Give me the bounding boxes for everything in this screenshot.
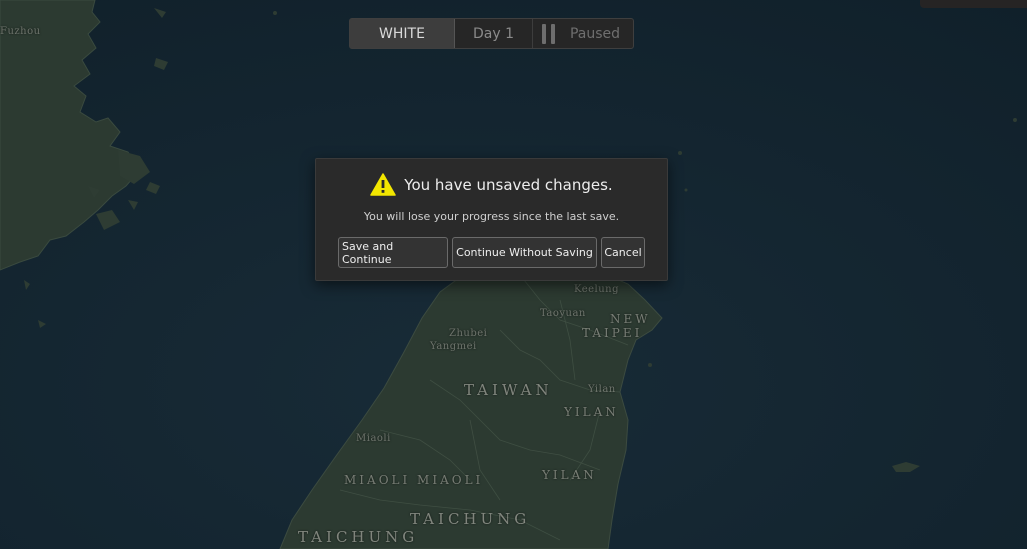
status-label: Paused <box>569 25 621 42</box>
map-label-taoyuan: Taoyuan <box>540 308 586 319</box>
map-label-taiwan: TAIWAN <box>464 381 553 399</box>
map-label-yangmei: Yangmei <box>430 341 477 352</box>
map-label-fuzhou: Fuzhou <box>0 26 41 37</box>
day-label: Day 1 <box>472 25 514 42</box>
map-label-yilan-city: Yilan <box>588 384 616 395</box>
dialog-title: You have unsaved changes. <box>404 175 613 194</box>
warning-icon <box>370 173 397 196</box>
map-label-zhubei: Zhubei <box>449 328 488 339</box>
dialog-header: You have unsaved changes. <box>316 173 667 196</box>
map-label-miaoli-county: MIAOLI MIAOLI <box>344 473 484 487</box>
map-label-miaoli-city: Miaoli <box>356 433 391 444</box>
continue-without-saving-button[interactable]: Continue Without Saving <box>452 237 597 268</box>
map-label-yilan-county: YILAN <box>564 405 619 419</box>
dialog-message: You will lose your progress since the la… <box>363 210 620 223</box>
pause-button[interactable] <box>533 19 563 48</box>
map-label-keelung: Keelung <box>574 284 620 295</box>
corner-panel <box>920 0 1027 8</box>
dialog-button-row: Save and Continue Continue Without Savin… <box>316 237 667 268</box>
map-label-new: NEW <box>610 312 651 326</box>
map-label-yilan-2: YILAN <box>542 468 597 482</box>
unsaved-changes-dialog: You have unsaved changes. You will lose … <box>315 158 668 281</box>
team-button[interactable]: WHITE <box>350 19 455 48</box>
map-label-taipei: TAIPEI <box>582 326 643 340</box>
map-label-taichung: TAICHUNG <box>410 510 531 528</box>
save-and-continue-button[interactable]: Save and Continue <box>338 237 448 268</box>
map-label-taichung-2: TAICHUNG <box>298 528 419 546</box>
cancel-button[interactable]: Cancel <box>601 237 645 268</box>
game-status-bar: WHITE Day 1 Paused <box>349 18 634 49</box>
pause-icon <box>541 23 555 44</box>
